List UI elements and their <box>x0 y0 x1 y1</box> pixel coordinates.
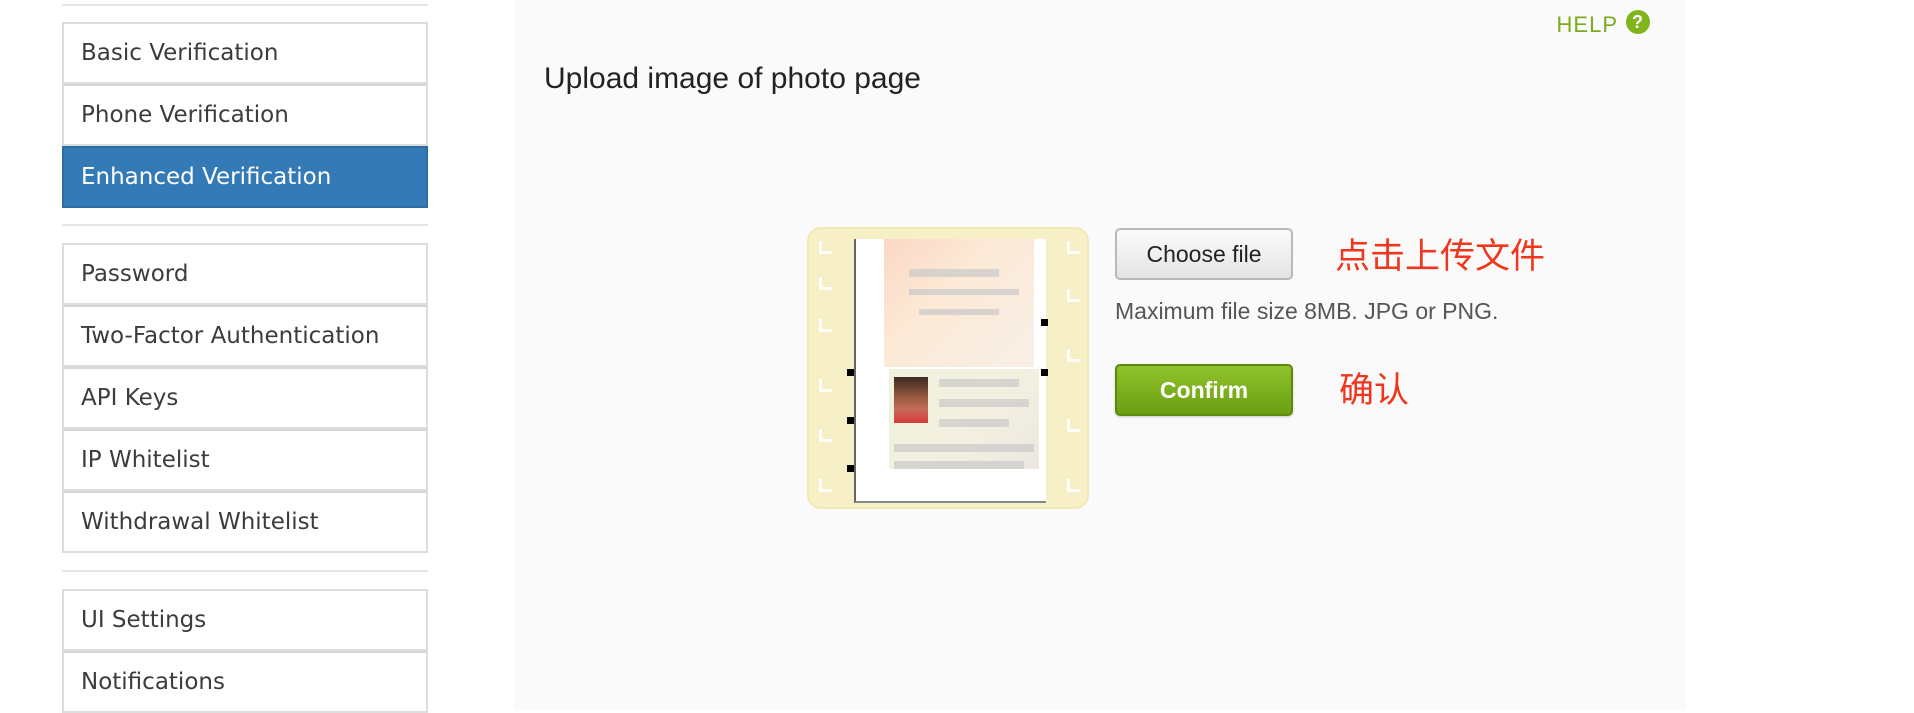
frame-mark <box>1041 319 1048 326</box>
file-size-hint: Maximum file size 8MB. JPG or PNG. <box>1115 298 1499 324</box>
frame-mark <box>819 319 832 332</box>
top-divider <box>62 4 428 6</box>
page-title: Upload image of photo page <box>544 62 921 95</box>
frame-mark <box>819 241 832 254</box>
frame-mark <box>819 479 832 492</box>
frame-mark <box>847 465 854 472</box>
upload-annotation: 点击上传文件 <box>1335 237 1546 277</box>
sidebar-divider <box>62 570 428 572</box>
sidebar-item-ip-whitelist[interactable]: IP Whitelist <box>62 429 428 491</box>
sidebar-item-two-factor-authentication[interactable]: Two-Factor Authentication <box>62 305 428 367</box>
sidebar-item-ui-settings[interactable]: UI Settings <box>62 589 428 651</box>
passport-preview-image <box>807 227 1089 509</box>
frame-mark <box>847 369 854 376</box>
blurred-text <box>894 444 1034 452</box>
frame-mark <box>1067 479 1080 492</box>
sidebar-group-security: Password Two-Factor Authentication API K… <box>62 243 428 553</box>
frame-mark <box>1067 349 1080 362</box>
sidebar-group-verification: Basic Verification Phone Verification En… <box>62 22 428 208</box>
sidebar-item-enhanced-verification[interactable]: Enhanced Verification <box>62 146 428 208</box>
frame-mark <box>847 417 854 424</box>
choose-file-button[interactable]: Choose file <box>1115 228 1293 280</box>
sidebar-item-password[interactable]: Password <box>62 243 428 305</box>
blurred-text <box>909 289 1019 295</box>
help-link[interactable]: HELP ? <box>1556 10 1650 38</box>
blurred-text <box>939 399 1029 407</box>
frame-mark <box>819 379 832 392</box>
frame-mark <box>819 429 832 442</box>
frame-mark <box>1067 241 1080 254</box>
sidebar-item-basic-verification[interactable]: Basic Verification <box>62 22 428 84</box>
passport-photo <box>894 377 928 423</box>
verification-panel: HELP ? Upload image of photo page Choose… <box>515 0 1685 710</box>
frame-mark <box>1067 289 1080 302</box>
blurred-text <box>894 461 1024 469</box>
blurred-text <box>939 419 1009 427</box>
blurred-text <box>919 309 999 315</box>
sidebar-item-notifications[interactable]: Notifications <box>62 651 428 713</box>
sidebar-item-api-keys[interactable]: API Keys <box>62 367 428 429</box>
question-circle-icon: ? <box>1626 10 1650 34</box>
sidebar-item-phone-verification[interactable]: Phone Verification <box>62 84 428 146</box>
blurred-text <box>909 269 999 277</box>
sidebar-item-withdrawal-whitelist[interactable]: Withdrawal Whitelist <box>62 491 428 553</box>
sidebar-group-preferences: UI Settings Notifications <box>62 589 428 713</box>
blurred-text <box>939 379 1019 387</box>
sidebar-divider <box>62 224 428 226</box>
frame-mark <box>1067 419 1080 432</box>
confirm-button[interactable]: Confirm <box>1115 364 1293 416</box>
frame-mark <box>1041 369 1048 376</box>
frame-mark <box>819 277 832 290</box>
passport-header-area <box>884 239 1034 367</box>
confirm-annotation: 确认 <box>1339 371 1410 411</box>
help-label: HELP <box>1556 12 1618 37</box>
